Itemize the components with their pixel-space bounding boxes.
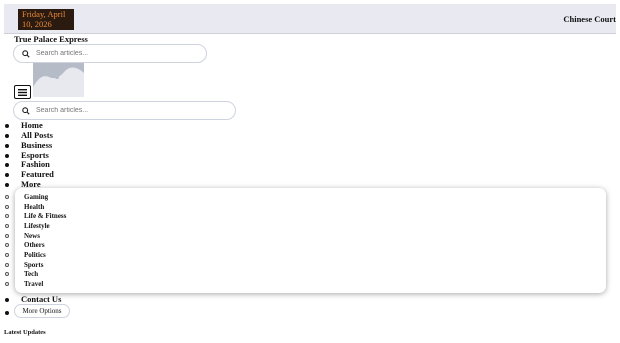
menu-toggle-button[interactable] — [14, 85, 31, 99]
nav-item-label: Business — [21, 140, 53, 150]
nav-item-label: Featured — [21, 169, 54, 179]
bullet — [5, 263, 9, 267]
submenu-item-label: Tech — [24, 270, 39, 278]
search-icon — [22, 106, 30, 115]
submenu-item-label: Lifestyle — [24, 222, 50, 230]
bullet — [5, 311, 9, 315]
submenu-item-label: Life & Fitness — [24, 212, 67, 220]
nav-item-label: Contact Us — [21, 294, 62, 304]
search-input[interactable] — [36, 50, 176, 57]
bullet — [5, 214, 9, 218]
submenu-item-label: Health — [24, 203, 45, 211]
image-placeholder-icon — [33, 63, 84, 97]
hamburger-menu-icon — [18, 88, 27, 96]
nav-item-label: Fashion — [21, 159, 50, 169]
bullet — [5, 205, 9, 209]
bullet — [5, 282, 9, 286]
submenu-item-label: Politics — [24, 251, 46, 259]
bullet — [5, 124, 9, 128]
submenu-item-label: Others — [24, 241, 45, 249]
bullet — [5, 183, 9, 187]
more-submenu-dropdown: Gaming Health Life & Fitness Lifestyle N… — [5, 188, 606, 293]
bullet — [5, 224, 9, 228]
bullet — [5, 272, 9, 276]
search-input-secondary[interactable] — [36, 107, 176, 114]
submenu-item-label: News — [24, 232, 40, 240]
bullet — [5, 243, 9, 247]
site-title[interactable]: True Palace Express — [14, 34, 88, 44]
section-heading-latest-updates: Latest Updates — [4, 329, 46, 336]
submenu-item-label: Sports — [24, 261, 44, 269]
submenu-item-label: Gaming — [24, 193, 49, 201]
bullet — [5, 144, 9, 148]
search-icon — [22, 49, 30, 58]
submenu-item-label: Travel — [24, 280, 44, 288]
bullet — [5, 195, 9, 199]
search-bar-secondary[interactable] — [13, 101, 236, 120]
bullet — [5, 173, 9, 177]
bullet — [5, 154, 9, 158]
site-logo-placeholder[interactable] — [33, 63, 84, 97]
bullet — [5, 298, 9, 302]
nav-item-label: All Posts — [21, 130, 53, 140]
bullet — [5, 163, 9, 167]
date-badge: Friday, April 10, 2026 — [18, 9, 74, 30]
bullet — [5, 134, 9, 138]
more-options-button[interactable]: More Options — [14, 304, 70, 318]
top-link-chinese-court[interactable]: Chinese Court — [563, 14, 616, 24]
bullet — [5, 234, 9, 238]
bullet — [5, 253, 9, 257]
nav-item-label: Home — [21, 120, 43, 130]
top-bar: Friday, April 10, 2026 Chinese Court — [4, 4, 616, 34]
search-bar-primary[interactable] — [13, 44, 207, 63]
